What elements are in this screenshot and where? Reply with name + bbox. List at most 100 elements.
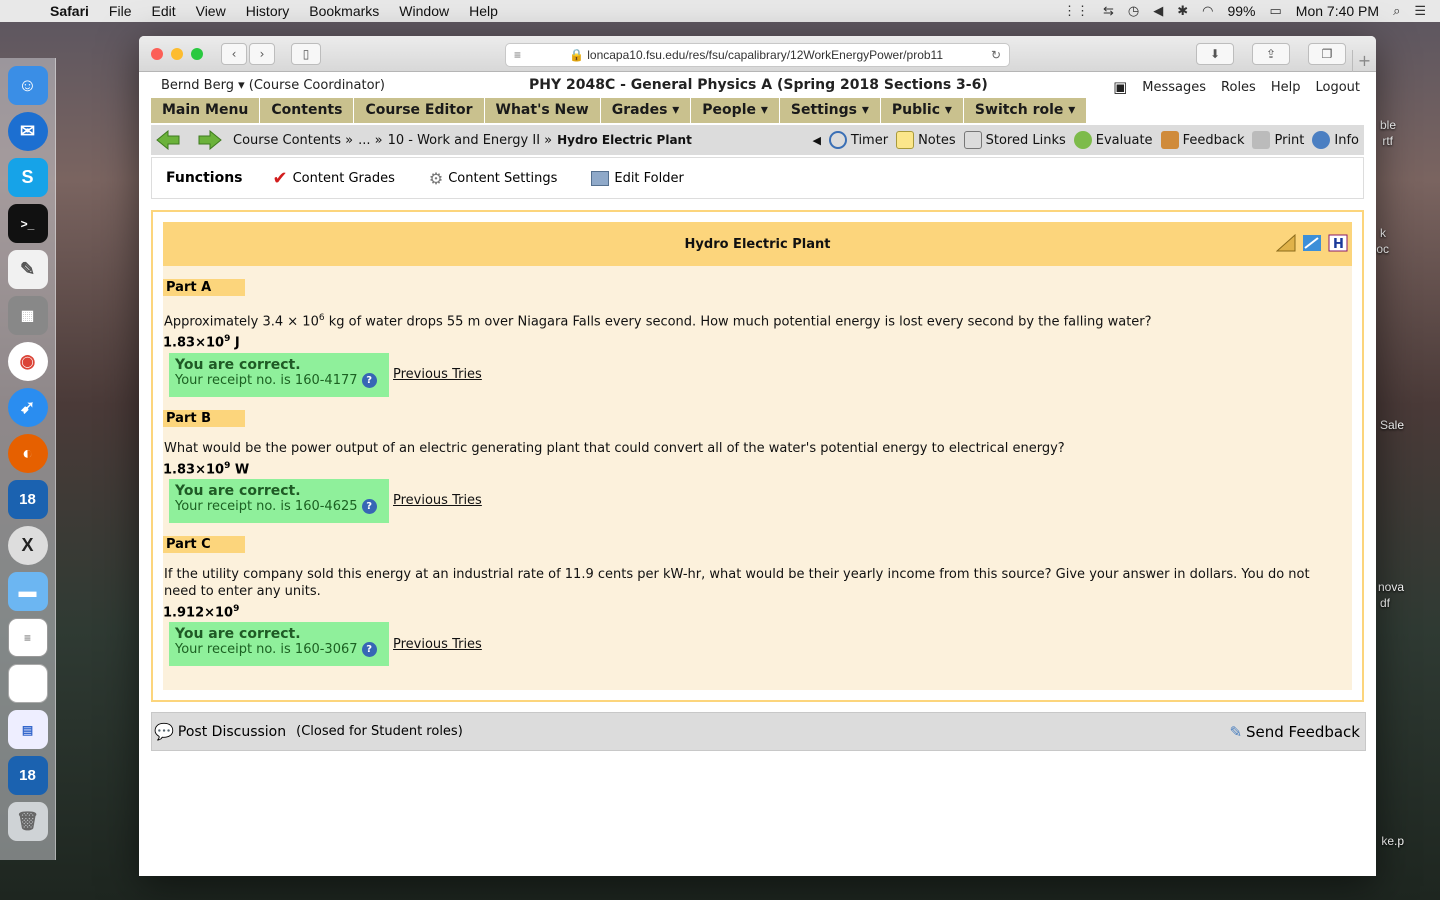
terminal-icon[interactable]: >_ [7,204,48,243]
reload-icon[interactable]: ↻ [991,48,1001,62]
skype-icon[interactable]: S [7,158,48,197]
ruler-icon[interactable] [1275,233,1296,256]
messages-link[interactable]: Messages [1142,80,1206,95]
safari-icon[interactable]: ➹ [7,388,48,427]
nav-settings[interactable]: Settings ▾ [780,98,881,123]
desktop-file-label[interactable]: nova [1378,580,1404,594]
nav-people[interactable]: People ▾ [691,98,780,123]
menu-window[interactable]: Window [389,3,459,19]
info-tool[interactable]: Info [1312,131,1359,149]
preview-icon[interactable]: ▤ [7,710,48,749]
help-link[interactable]: Help [1271,80,1301,95]
x11-icon[interactable]: X [7,526,48,565]
roles-link[interactable]: Roles [1221,80,1256,95]
folder-icon[interactable]: ▬ [7,572,48,611]
menu-safari[interactable]: Safari [40,3,99,19]
hint-h-icon[interactable]: H [1328,234,1348,256]
trash-icon[interactable]: 🗑 [7,802,48,841]
previous-tries-link[interactable]: Previous Tries [393,637,482,652]
clock[interactable]: Mon 7:40 PM [1296,3,1379,19]
bluetooth-icon[interactable]: ✱ [1177,3,1188,19]
menu-bookmarks[interactable]: Bookmarks [299,3,389,19]
help-question-icon[interactable]: ? [361,642,377,658]
user-menu[interactable]: Bernd Berg ▾ (Course Coordinator) [161,78,385,93]
spotlight-search-icon[interactable]: ⌕ [1393,3,1400,19]
breadcrumb-ellipsis[interactable]: ... » [358,133,382,148]
address-bar[interactable]: ≡ 🔒 loncapa10.fsu.edu/res/fsu/capalibrar… [505,43,1010,67]
notes-tool[interactable]: Notes [896,131,956,149]
firefox-icon[interactable]: ◐ [7,434,48,473]
collapse-tools-icon[interactable]: ◀ [812,134,820,147]
zoom-window-button[interactable] [191,47,203,60]
desktop-file-label[interactable]: rtf [1382,134,1393,148]
content-settings-function[interactable]: ⚙ Content Settings [429,169,558,188]
close-window-button[interactable] [151,47,163,60]
nav-contents[interactable]: Contents [260,98,355,123]
forward-button[interactable]: › [249,42,275,65]
post-discussion-link[interactable]: Post Discussion [178,724,286,740]
chrome-icon[interactable]: ◉ [7,342,48,381]
time-machine-icon[interactable]: ◷ [1128,3,1139,19]
back-button[interactable]: ‹ [221,42,247,65]
print-tool[interactable]: Print [1252,131,1304,149]
desktop-file-label[interactable]: Sale [1380,418,1404,432]
desktop-file-label[interactable]: df [1380,596,1390,610]
calendar-18-second-icon[interactable]: 18 [7,756,48,795]
breadcrumb-course-contents[interactable]: Course Contents » [233,133,353,148]
menu-edit[interactable]: Edit [141,3,185,19]
menu-file[interactable]: File [99,3,142,19]
audio-levels-icon[interactable]: ⋮⋮ [1063,3,1089,19]
menu-history[interactable]: History [236,3,300,19]
url-text[interactable]: 🔒 loncapa10.fsu.edu/res/fsu/capalibrary/… [521,48,991,62]
nav-grades[interactable]: Grades ▾ [601,98,692,123]
help-question-icon[interactable]: ? [361,498,377,514]
edit-folder-function[interactable]: Edit Folder [591,170,684,186]
wifi-icon[interactable]: ◠ [1202,3,1213,19]
menu-help[interactable]: Help [459,3,508,19]
calendar-18-icon[interactable]: 18 [7,480,48,519]
battery-icon[interactable]: ▭ [1270,3,1282,19]
tabs-overview-button[interactable]: ❐ [1308,43,1346,65]
edit-problem-icon[interactable] [1302,234,1322,256]
evaluate-tool[interactable]: Evaluate [1073,131,1153,149]
share-button[interactable]: ⇪ [1252,43,1290,65]
menu-view[interactable]: View [186,3,236,19]
laptop-icon[interactable]: ▣ [1113,78,1127,96]
content-grades-function[interactable]: ✔ Content Grades [273,168,395,189]
previous-tries-link[interactable]: Previous Tries [393,367,482,382]
downloads-button[interactable]: ⬇ [1196,43,1234,65]
textedit-icon[interactable]: ✎ [7,250,48,289]
stored-links-tool[interactable]: Stored Links [963,131,1066,149]
nav-course-editor[interactable]: Course Editor [354,98,485,123]
minimize-window-button[interactable] [171,47,183,60]
nav-switch-role[interactable]: Switch role ▾ [964,98,1088,123]
sidebar-toggle-button[interactable]: ▯ [291,42,321,65]
desktop-file-label[interactable]: oc [1376,242,1389,256]
finder-icon[interactable]: ☺ [7,66,48,105]
notification-center-icon[interactable]: ☰ [1414,3,1426,19]
nav-public[interactable]: Public ▾ [881,98,964,123]
nav-main-menu[interactable]: Main Menu [151,98,261,123]
blank-document-icon[interactable] [7,664,48,703]
previous-tries-link[interactable]: Previous Tries [393,493,482,508]
volume-icon[interactable]: ◀ [1153,3,1163,19]
help-question-icon[interactable]: ? [361,372,377,388]
calculator-icon[interactable]: ▦ [7,296,48,335]
desktop-file-label[interactable]: ble [1380,118,1396,132]
timer-tool[interactable]: Timer [828,131,888,149]
sync-icon[interactable]: ⇆ [1103,3,1114,19]
desktop-file-label[interactable]: k [1380,226,1386,240]
next-resource-arrow-icon[interactable] [195,129,225,151]
breadcrumb-folder[interactable]: 10 - Work and Energy II » [388,133,553,148]
reader-icon[interactable]: ≡ [514,48,521,62]
document-icon[interactable]: ≡ [7,618,48,657]
thunderbird-icon[interactable]: ✉ [7,112,48,151]
battery-percent[interactable]: 99% [1227,3,1255,19]
logout-link[interactable]: Logout [1315,80,1360,95]
desktop-file-label[interactable]: ke.p [1381,834,1404,848]
new-tab-button[interactable]: + [1352,50,1376,72]
nav-whats-new[interactable]: What's New [485,98,601,123]
discussion-icon[interactable]: 💬 [154,722,174,741]
previous-resource-arrow-icon[interactable] [153,129,183,151]
feedback-tool[interactable]: Feedback [1160,131,1244,149]
